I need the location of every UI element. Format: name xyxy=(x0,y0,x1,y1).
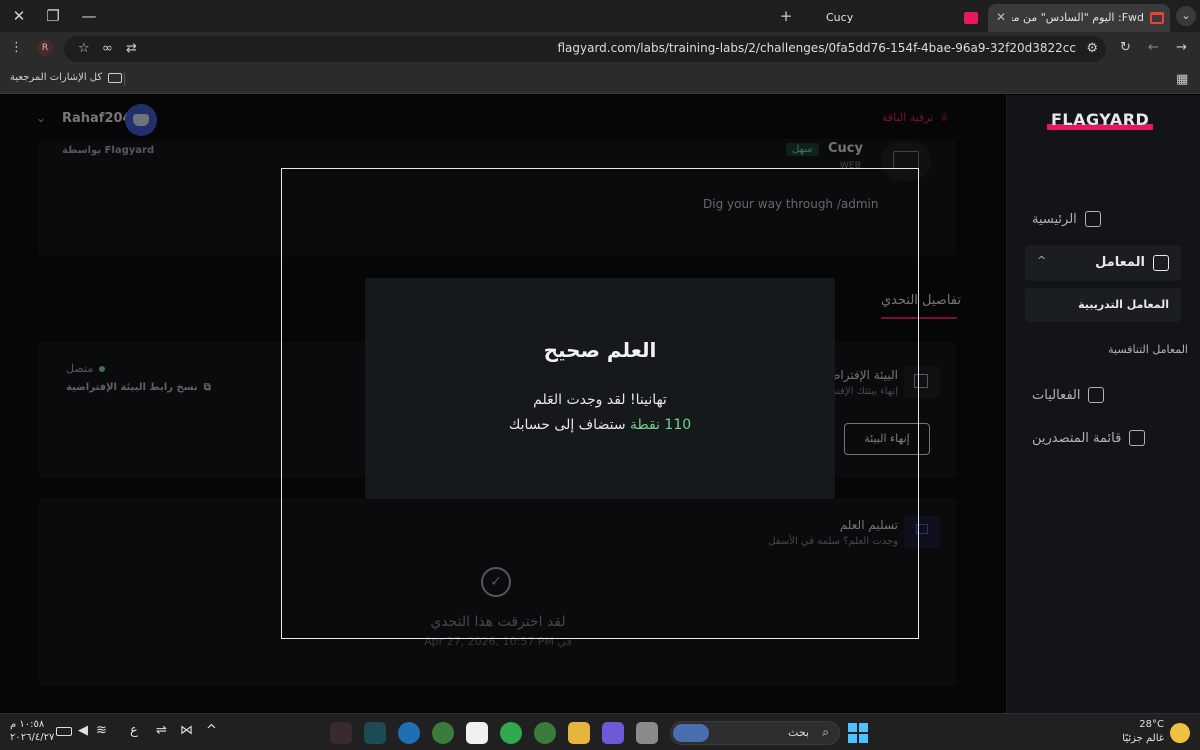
bookmarks-bar: كل الإشارات المرجعية ▦ xyxy=(0,66,1200,94)
chevron-up-icon[interactable]: ^ xyxy=(206,723,217,738)
wifi-icon[interactable]: ≋ xyxy=(96,723,107,738)
weather-temp: 28°C xyxy=(1139,719,1164,730)
tab-title: Cucy xyxy=(826,11,854,24)
input-language[interactable]: ع xyxy=(130,723,138,738)
sidebar-item-label: المعامل التدريبية xyxy=(1078,298,1169,311)
file-explorer-icon[interactable] xyxy=(568,722,590,744)
translate-icon[interactable]: ⇄ xyxy=(126,41,137,56)
windows-start-icon[interactable] xyxy=(848,723,868,743)
tab-cucy[interactable]: Cucy xyxy=(800,4,986,32)
search-highlight-icon xyxy=(673,724,709,742)
restore-window-icon[interactable]: ❐ xyxy=(42,6,64,26)
taskbar-app-icon[interactable] xyxy=(330,722,352,744)
equalizer-icon[interactable]: ⇌ xyxy=(156,723,167,738)
clock[interactable]: ١٠:٥٨ م ٢٠٢٦/٤/٢٧ xyxy=(10,718,54,744)
minimize-window-icon[interactable]: — xyxy=(78,6,100,26)
close-window-icon[interactable]: ✕ xyxy=(8,6,30,26)
forward-icon[interactable]: ← xyxy=(1148,40,1159,55)
search-icon: ⌕ xyxy=(822,725,829,739)
sidebar-item-leaderboard[interactable]: قائمة المتصدرين xyxy=(1032,426,1182,450)
weather-sun-icon xyxy=(1170,723,1190,743)
all-bookmarks[interactable]: كل الإشارات المرجعية xyxy=(10,72,123,83)
chrome-icon[interactable] xyxy=(534,722,556,744)
site-settings-icon[interactable]: ⚙ xyxy=(1086,41,1098,56)
modal-message: تهانينا! لقد وجدت العَلم xyxy=(533,392,667,408)
search-label: بحث xyxy=(788,726,809,739)
task-view-icon[interactable] xyxy=(636,722,658,744)
weather-desc: غالم جزئيًا xyxy=(1122,733,1164,744)
reload-icon[interactable]: ↻ xyxy=(1120,40,1131,55)
close-tab-icon[interactable]: ✕ xyxy=(996,10,1006,24)
edge-icon[interactable] xyxy=(398,722,420,744)
sidebar-item-training-labs[interactable]: المعامل التدريبية xyxy=(1025,288,1181,322)
layers-icon xyxy=(1153,255,1169,271)
modal-points-rest: ستضاف إلى حسابك xyxy=(508,417,626,433)
address-bar[interactable]: ☆ ∞ ⇄ flagyard.com/labs/training-labs/2/… xyxy=(64,36,1106,62)
sidebar: FLAGYARD الرئيسية ^ المعامل المعامل التد… xyxy=(1006,95,1200,713)
correct-flag-modal: العلم صحيح تهانينا! لقد وجدت العَلم 110 … xyxy=(365,278,835,499)
modal-points: 110 نقطة xyxy=(630,417,692,433)
modal-title: العلم صحيح xyxy=(543,338,657,362)
menu-kebab-icon[interactable]: ⋮ xyxy=(10,40,23,55)
page: ⌄ Rahaf204 ♕ ترقية الباقة بواسطة Flagyar… xyxy=(0,95,1200,713)
app-tray-icon[interactable]: ⋈ xyxy=(180,723,193,738)
bookmark-star-icon[interactable]: ☆ xyxy=(78,41,90,56)
clock-date: ٢٠٢٦/٤/٢٧ xyxy=(10,732,55,743)
flagyard-favicon-icon xyxy=(964,12,978,24)
copilot-icon[interactable] xyxy=(602,722,624,744)
all-bookmarks-label: كل الإشارات المرجعية xyxy=(10,72,103,83)
calendar-icon xyxy=(1088,387,1105,403)
flagyard-logo[interactable]: FLAGYARD xyxy=(1047,109,1154,130)
tab-gmail[interactable]: ✕ Fwd: اليوم "السادس" من معسكر xyxy=(988,4,1170,32)
apps-grid-icon[interactable]: ▦ xyxy=(1176,72,1188,87)
browser-tab-bar: ✕ ❐ — + Cucy ✕ Fwd: اليوم "السادس" من مع… xyxy=(0,0,1200,32)
taskbar-search[interactable]: بحث ⌕ xyxy=(670,721,840,745)
folder-icon xyxy=(108,72,123,83)
clock-time: ١٠:٥٨ م xyxy=(10,719,45,730)
sidebar-item-label: قائمة المتصدرين xyxy=(1032,430,1122,446)
divider xyxy=(124,72,125,86)
whatsapp-icon[interactable] xyxy=(500,722,522,744)
sidebar-item-label: المعامل xyxy=(1095,255,1145,270)
weather-widget[interactable]: 28°C غالم جزئيًا xyxy=(1122,718,1164,746)
profile-avatar[interactable]: R xyxy=(37,40,53,56)
battery-icon[interactable] xyxy=(56,727,72,736)
sidebar-item-competitive-labs[interactable]: المعامل التنافسية xyxy=(1108,343,1188,356)
tab-search-icon[interactable]: ⌄ xyxy=(1176,6,1196,26)
url-text[interactable]: flagyard.com/labs/training-labs/2/challe… xyxy=(557,41,1076,55)
sidebar-item-labs[interactable]: ^ المعامل xyxy=(1025,245,1181,281)
browser-toolbar: ⋮ R ☆ ∞ ⇄ flagyard.com/labs/training-lab… xyxy=(0,32,1200,66)
incognito-icon[interactable]: ∞ xyxy=(102,41,113,56)
volume-icon[interactable]: ◀ xyxy=(78,723,88,738)
notion-icon[interactable] xyxy=(466,722,488,744)
sidebar-item-home[interactable]: الرئيسية xyxy=(1032,207,1182,231)
podium-icon xyxy=(1129,430,1146,446)
taskbar-app-icon[interactable] xyxy=(364,722,386,744)
sidebar-item-label: الرئيسية xyxy=(1032,211,1077,227)
sidebar-item-events[interactable]: الفعاليات xyxy=(1032,383,1182,407)
back-icon[interactable]: → xyxy=(1176,40,1187,55)
sidebar-item-label: الفعاليات xyxy=(1032,387,1081,403)
chrome-icon[interactable] xyxy=(432,722,454,744)
windows-taskbar: ١٠:٥٨ م ٢٠٢٦/٤/٢٧ ◀ ≋ ع ⇌ ⋈ ^ بحث ⌕ 28°C… xyxy=(0,713,1200,750)
chevron-up-icon: ^ xyxy=(1037,254,1047,267)
tab-title: Fwd: اليوم "السادس" من معسكر xyxy=(1012,11,1144,24)
gmail-favicon-icon xyxy=(1150,12,1164,24)
modal-points-line: 110 نقطة ستضاف إلى حسابك xyxy=(365,417,835,433)
home-icon xyxy=(1084,211,1101,227)
new-tab-icon[interactable]: + xyxy=(775,6,797,26)
